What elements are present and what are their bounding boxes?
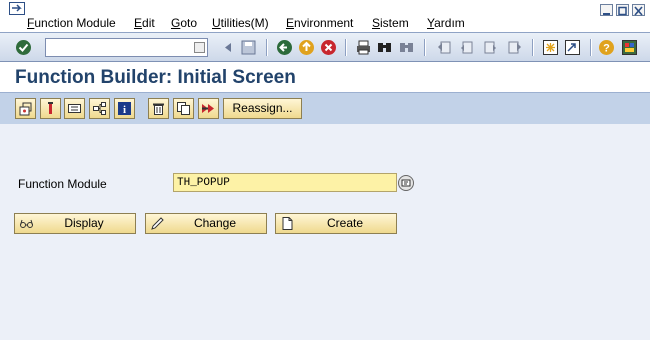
test-icon — [68, 104, 81, 113]
title-bar: Function Builder: Initial Screen — [0, 62, 650, 92]
command-field[interactable] — [45, 38, 208, 57]
pencil-icon — [150, 216, 165, 231]
save-icon — [241, 40, 256, 55]
minimize-icon — [603, 13, 610, 15]
enter-icon — [16, 40, 31, 55]
display-object-list-button[interactable] — [89, 98, 110, 119]
value-help-icon — [401, 179, 411, 187]
delete-button[interactable] — [148, 98, 169, 119]
rename-icon — [202, 104, 214, 113]
other-object-button[interactable] — [15, 98, 36, 119]
create-session-button[interactable] — [542, 39, 559, 56]
display-label: Display — [64, 216, 104, 230]
menu-help[interactable]: Yardım — [427, 16, 465, 30]
command-input[interactable] — [46, 39, 186, 56]
print-icon — [357, 40, 370, 55]
menu-edit[interactable]: Edit — [134, 16, 155, 30]
help-icon: ? — [599, 40, 614, 55]
back-button[interactable] — [276, 39, 293, 56]
close-button[interactable] — [632, 4, 645, 16]
menu-function-module[interactable]: Function Module — [27, 16, 116, 30]
function-module-field[interactable] — [173, 173, 397, 192]
where-used-icon — [48, 102, 53, 114]
page-title: Function Builder: Initial Screen — [15, 67, 296, 88]
menu-goto[interactable]: Goto — [171, 16, 197, 30]
first-page-button[interactable] — [436, 39, 453, 56]
other-object-icon — [19, 102, 32, 116]
enter-button[interactable] — [15, 39, 32, 56]
menu-bar: Function Module Edit Goto Utilities(M) E… — [0, 0, 650, 33]
svg-text:?: ? — [603, 43, 610, 55]
minimize-button[interactable] — [600, 4, 613, 16]
close-icon — [634, 6, 643, 16]
next-page-icon — [484, 41, 496, 54]
menu-environment[interactable]: Environment — [286, 16, 353, 30]
exit-icon — [299, 40, 314, 55]
nav-back-small-button[interactable] — [220, 39, 237, 56]
save-button[interactable] — [240, 39, 257, 56]
exit-button[interactable] — [298, 39, 315, 56]
print-button[interactable] — [355, 39, 372, 56]
copy-icon — [177, 102, 190, 115]
information-button[interactable]: i — [114, 98, 135, 119]
where-used-list-button[interactable] — [40, 98, 61, 119]
create-button[interactable]: Create — [275, 213, 397, 234]
command-history-dropdown[interactable] — [194, 42, 205, 53]
rename-button[interactable] — [198, 98, 219, 119]
find-next-button[interactable] — [398, 39, 415, 56]
first-page-icon — [438, 41, 451, 54]
test-button[interactable] — [64, 98, 85, 119]
find-next-icon — [400, 43, 413, 52]
last-page-button[interactable] — [506, 39, 523, 56]
previous-page-button[interactable] — [458, 39, 475, 56]
find-icon — [378, 43, 391, 52]
cancel-button[interactable] — [320, 39, 337, 56]
customize-layout-button[interactable] — [621, 39, 638, 56]
previous-page-icon — [461, 41, 473, 54]
last-page-icon — [508, 41, 521, 54]
display-button[interactable]: Display — [14, 213, 136, 234]
shortcut-icon — [565, 40, 580, 55]
function-module-input[interactable] — [174, 174, 394, 192]
maximize-icon — [618, 6, 627, 16]
help-button[interactable]: ? — [598, 39, 615, 56]
cancel-icon — [321, 40, 336, 55]
shortcut-button[interactable] — [564, 39, 581, 56]
find-button[interactable] — [376, 39, 393, 56]
app-menu-icon[interactable] — [9, 2, 25, 15]
customize-layout-icon — [622, 40, 637, 55]
function-module-label: Function Module — [18, 177, 107, 191]
copy-button[interactable] — [173, 98, 194, 119]
object-tree-icon — [93, 102, 106, 115]
information-icon: i — [118, 102, 131, 116]
maximize-button[interactable] — [616, 4, 629, 16]
reassign-button[interactable]: Reassign... — [223, 98, 302, 119]
menu-system[interactable]: Sistem — [372, 16, 409, 30]
svg-text:i: i — [123, 104, 126, 116]
back-icon — [277, 40, 292, 55]
main-area: Function Module Display Change Create — [0, 124, 650, 340]
application-toolbar: i Reassign... — [0, 92, 650, 124]
glasses-icon — [19, 216, 34, 231]
create-label: Create — [326, 216, 364, 230]
change-button[interactable]: Change — [145, 213, 267, 234]
value-help-button[interactable] — [398, 175, 414, 191]
next-page-button[interactable] — [482, 39, 499, 56]
create-session-icon — [543, 40, 558, 55]
triangle-left-icon — [225, 43, 231, 52]
trash-icon — [153, 103, 164, 115]
change-label: Change — [193, 216, 237, 230]
menu-utilities[interactable]: Utilities(M) — [212, 16, 269, 30]
standard-toolbar: ? — [0, 33, 650, 62]
new-document-icon — [280, 216, 295, 231]
